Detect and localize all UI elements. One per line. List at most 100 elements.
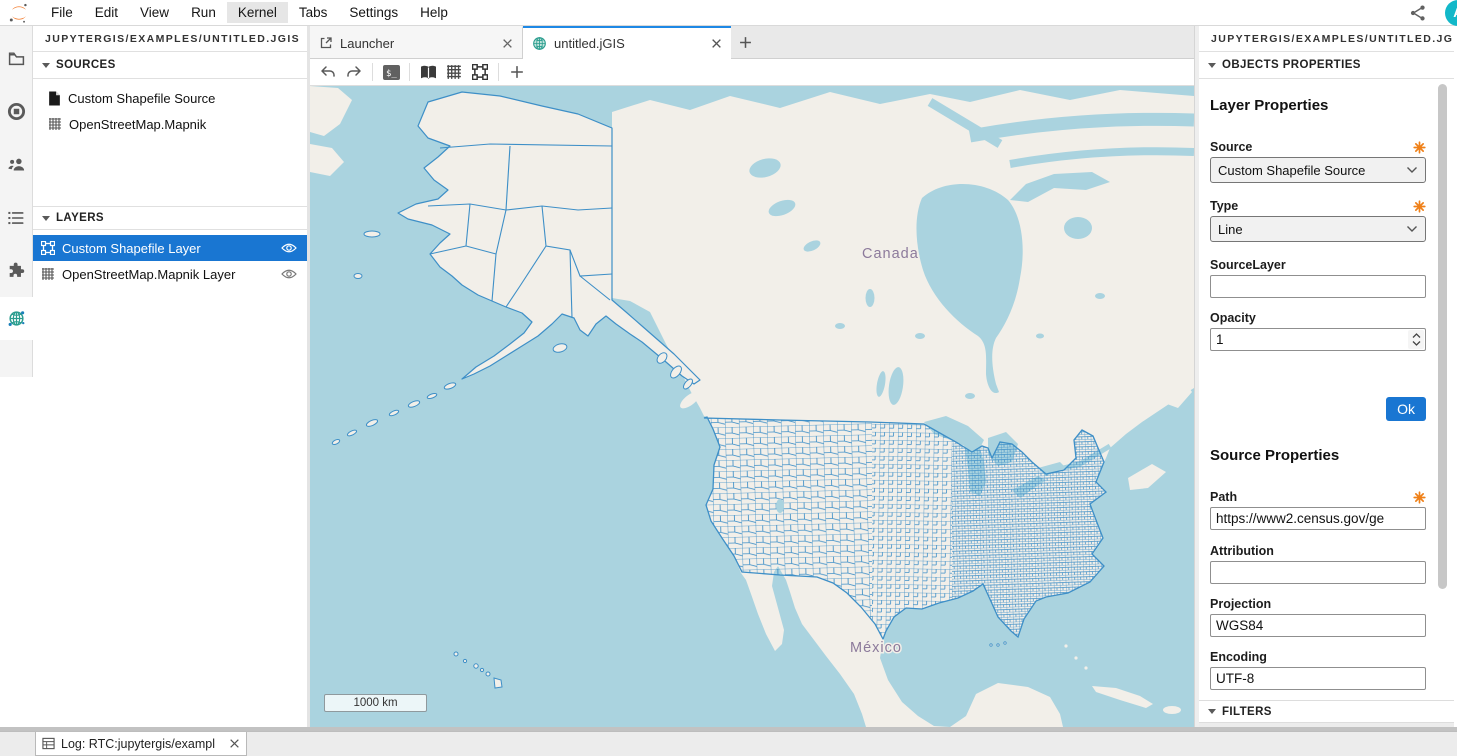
source-item-label: OpenStreetMap.Mapnik — [69, 117, 206, 132]
close-icon[interactable] — [711, 38, 722, 49]
path-field-label: Path — [1210, 490, 1237, 504]
menu-tabs[interactable]: Tabs — [288, 2, 339, 23]
chevron-down-icon — [1412, 340, 1421, 346]
source-properties-title: Source Properties — [1210, 447, 1426, 464]
objects-properties-title: OBJECTS PROPERTIES — [1222, 59, 1361, 71]
opacity-stepper[interactable] — [1408, 330, 1424, 349]
menu-settings[interactable]: Settings — [338, 2, 409, 23]
properties-body: Layer Properties Source Custom Shapefile… — [1199, 79, 1454, 700]
projection-field-label: Projection — [1210, 597, 1271, 611]
raster-grid-icon — [48, 117, 62, 131]
chevron-down-icon — [42, 216, 50, 221]
map-label-canada: Canada — [862, 246, 919, 262]
new-raster-layer-button[interactable] — [442, 61, 466, 83]
source-item-openstreetmap[interactable]: OpenStreetMap.Mapnik — [33, 111, 307, 137]
menu-edit[interactable]: Edit — [84, 2, 129, 23]
share-icon[interactable] — [1409, 4, 1427, 22]
chevron-down-icon — [1406, 166, 1418, 174]
visibility-eye-icon[interactable] — [281, 242, 297, 254]
source-select[interactable]: Custom Shapefile Source — [1210, 157, 1426, 183]
launcher-icon — [319, 36, 333, 50]
type-select[interactable]: Line — [1210, 216, 1426, 242]
map-scale-bar: 1000 km — [324, 694, 427, 712]
vector-square-icon — [472, 64, 488, 80]
bottom-status-bar: Log: RTC:jupytergis/exampl — [0, 731, 1457, 756]
chevron-down-icon — [1208, 709, 1216, 714]
ok-button[interactable]: Ok — [1386, 397, 1426, 421]
opacity-field-label: Opacity — [1210, 311, 1256, 325]
svg-text:$_: $_ — [386, 69, 397, 79]
tab-label: Launcher — [340, 36, 495, 51]
tab-launcher[interactable]: Launcher — [310, 26, 523, 58]
source-item-label: Custom Shapefile Source — [68, 91, 215, 106]
vector-square-icon — [41, 241, 55, 255]
map-canvas[interactable]: Canada México 1000 km — [310, 86, 1194, 727]
log-console-icon — [42, 737, 55, 750]
path-input[interactable] — [1210, 507, 1426, 530]
new-tab-button[interactable] — [731, 26, 759, 58]
log-tab-label: Log: RTC:jupytergis/exampl — [61, 737, 223, 751]
layer-item-label: Custom Shapefile Layer — [62, 241, 274, 256]
tab-untitled-jgis[interactable]: untitled.jGIS — [523, 26, 731, 59]
attribution-field-label: Attribution — [1210, 544, 1274, 558]
layer-item-custom-shapefile[interactable]: Custom Shapefile Layer — [33, 235, 307, 261]
toolbar-separator — [372, 63, 373, 81]
sources-list: Custom Shapefile Source OpenStreetMap.Ma… — [33, 79, 307, 206]
menu-help[interactable]: Help — [409, 2, 459, 23]
right-panel-breadcrumb: JUPYTERGIS/EXAMPLES/UNTITLED.JG — [1199, 26, 1454, 52]
encoding-field-label: Encoding — [1210, 650, 1267, 664]
raster-grid-icon — [446, 64, 462, 80]
redo-button[interactable] — [342, 61, 366, 83]
menu-run[interactable]: Run — [180, 2, 227, 23]
collaboration-icon[interactable] — [0, 138, 32, 191]
layers-section-title: LAYERS — [56, 212, 104, 224]
required-asterisk-icon — [1413, 200, 1426, 213]
layer-properties-title: Layer Properties — [1210, 97, 1426, 114]
menu-view[interactable]: View — [129, 2, 180, 23]
layers-section-header[interactable]: LAYERS — [33, 206, 307, 230]
source-field-label: Source — [1210, 140, 1252, 154]
chevron-up-icon — [1412, 333, 1421, 339]
basemap-gallery-button[interactable] — [416, 61, 440, 83]
close-icon[interactable] — [229, 738, 240, 749]
required-asterisk-icon — [1413, 491, 1426, 504]
user-avatar[interactable]: A — [1445, 0, 1457, 26]
type-field-label: Type — [1210, 199, 1238, 213]
main-row: JUPYTERGIS/EXAMPLES/UNTITLED.JGIS SOURCE… — [0, 26, 1457, 731]
table-of-contents-icon[interactable] — [0, 191, 32, 244]
source-item-custom-shapefile[interactable]: Custom Shapefile Source — [33, 85, 307, 111]
opacity-input[interactable] — [1210, 328, 1426, 351]
objects-properties-header[interactable]: OBJECTS PROPERTIES — [1199, 52, 1454, 79]
add-layer-button[interactable] — [505, 61, 529, 83]
sources-section-header[interactable]: SOURCES — [33, 52, 307, 79]
chevron-down-icon — [1406, 225, 1418, 233]
encoding-input[interactable] — [1210, 667, 1426, 690]
new-vector-layer-button[interactable] — [468, 61, 492, 83]
sourcelayer-input[interactable] — [1210, 275, 1426, 298]
running-kernels-icon[interactable] — [0, 85, 32, 138]
layer-item-label: OpenStreetMap.Mapnik Layer — [62, 267, 274, 282]
chevron-down-icon — [1208, 63, 1216, 68]
files-icon[interactable] — [0, 32, 32, 85]
menu-bar: File Edit View Run Kernel Tabs Settings … — [0, 0, 1457, 26]
close-icon[interactable] — [502, 38, 513, 49]
undo-button[interactable] — [316, 61, 340, 83]
file-icon — [48, 91, 61, 106]
attribution-input[interactable] — [1210, 561, 1426, 584]
visibility-eye-icon[interactable] — [281, 268, 297, 280]
plus-icon — [739, 36, 752, 49]
console-button[interactable]: $_ — [379, 61, 403, 83]
map-render: Canada México — [310, 86, 1194, 727]
menu-file[interactable]: File — [40, 2, 84, 23]
filters-section-header[interactable]: FILTERS — [1199, 700, 1454, 722]
log-tab[interactable]: Log: RTC:jupytergis/exampl — [35, 732, 247, 756]
layer-item-openstreetmap[interactable]: OpenStreetMap.Mapnik Layer — [33, 261, 307, 287]
extensions-icon[interactable] — [0, 244, 32, 297]
projection-input[interactable] — [1210, 614, 1426, 637]
layers-list: Custom Shapefile Layer OpenStreetMap.Map… — [33, 230, 307, 287]
toolbar-separator — [498, 63, 499, 81]
right-panel-scrollbar[interactable] — [1438, 84, 1447, 589]
menu-kernel[interactable]: Kernel — [227, 2, 288, 23]
jupytergis-globe-icon[interactable] — [0, 297, 33, 340]
raster-grid-icon — [41, 267, 55, 281]
